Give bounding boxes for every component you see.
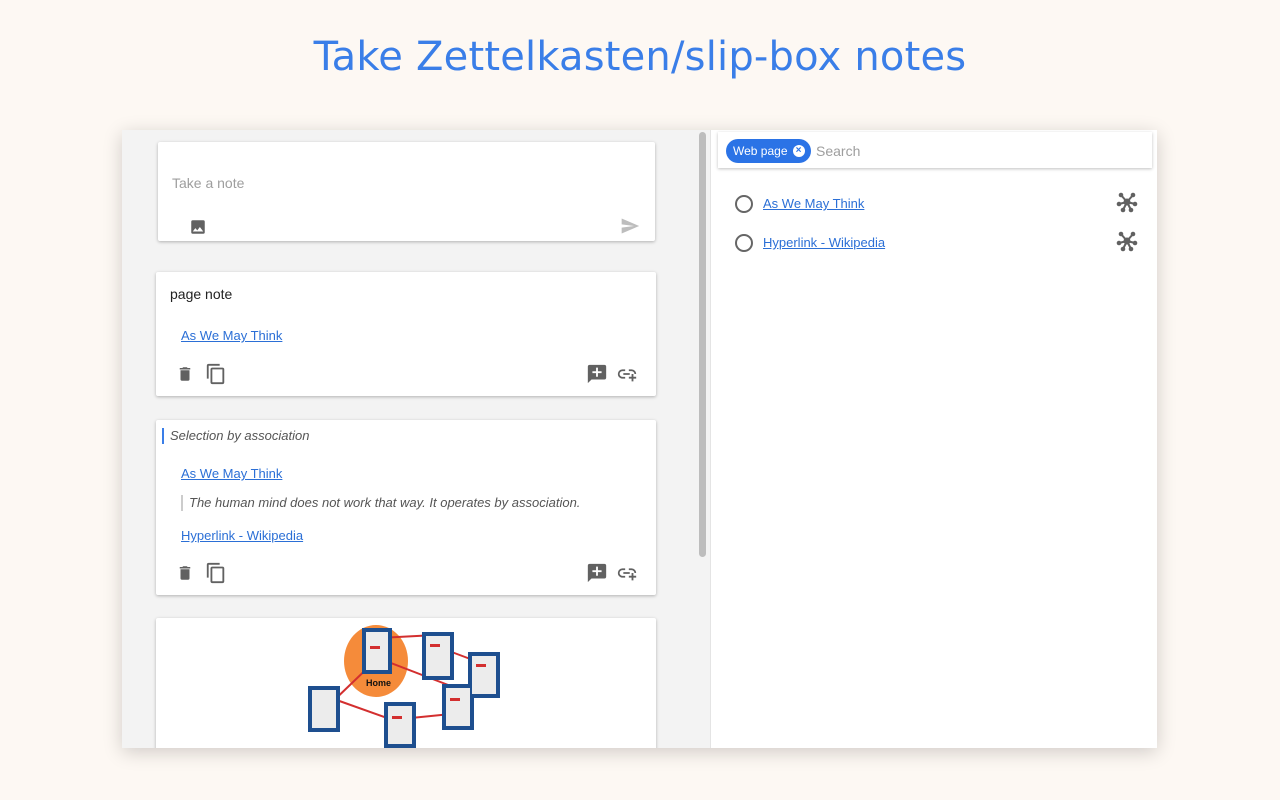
- quote-text: The human mind does not work that way. I…: [181, 495, 580, 511]
- image-icon[interactable]: [189, 218, 207, 241]
- send-icon[interactable]: [619, 216, 641, 241]
- search-input[interactable]: [814, 138, 1138, 164]
- add-link-icon[interactable]: [616, 562, 638, 589]
- filter-chip-label: Web page: [733, 144, 788, 158]
- note-card: page note As We May Think: [156, 272, 656, 396]
- hypertext-diagram-image: Home: [308, 625, 500, 748]
- note-composer[interactable]: Take a note: [158, 142, 655, 241]
- notes-scrollbar[interactable]: [694, 130, 711, 748]
- page-list-item[interactable]: Hyperlink - Wikipedia: [711, 225, 1157, 261]
- note-title: page note: [170, 286, 233, 302]
- page-link[interactable]: Hyperlink - Wikipedia: [763, 235, 885, 250]
- page-list-item[interactable]: As We May Think: [711, 186, 1157, 222]
- graph-icon[interactable]: [1115, 190, 1139, 219]
- scrollbar-thumb[interactable]: [699, 132, 706, 557]
- note-link[interactable]: Hyperlink - Wikipedia: [181, 528, 303, 543]
- search-bar[interactable]: Web page ×: [718, 132, 1152, 168]
- add-comment-icon[interactable]: [586, 363, 608, 390]
- delete-icon[interactable]: [176, 563, 194, 588]
- close-icon[interactable]: ×: [792, 145, 805, 157]
- note-link[interactable]: As We May Think: [181, 328, 282, 343]
- page-link[interactable]: As We May Think: [763, 196, 864, 211]
- notes-pane: Take a note page note As We May Think Se…: [122, 130, 694, 748]
- page-headline: Take Zettelkasten/slip-box notes: [313, 34, 967, 80]
- delete-icon[interactable]: [176, 364, 194, 389]
- image-note-card: Home: [156, 618, 656, 748]
- app-window: Take a note page note As We May Think Se…: [122, 130, 1157, 748]
- copy-icon[interactable]: [205, 363, 227, 390]
- radio-button[interactable]: [735, 234, 753, 252]
- filter-chip[interactable]: Web page ×: [726, 139, 811, 163]
- selection-text: Selection by association: [162, 428, 309, 444]
- note-card: Selection by association As We May Think…: [156, 420, 656, 595]
- pages-pane: Web page × As We May Think Hyperlink - W…: [711, 130, 1157, 748]
- diagram-home-label: Home: [366, 678, 391, 688]
- add-comment-icon[interactable]: [586, 562, 608, 589]
- note-link[interactable]: As We May Think: [181, 466, 282, 481]
- graph-icon[interactable]: [1115, 229, 1139, 258]
- composer-placeholder[interactable]: Take a note: [172, 175, 244, 191]
- radio-button[interactable]: [735, 195, 753, 213]
- copy-icon[interactable]: [205, 562, 227, 589]
- add-link-icon[interactable]: [616, 363, 638, 390]
